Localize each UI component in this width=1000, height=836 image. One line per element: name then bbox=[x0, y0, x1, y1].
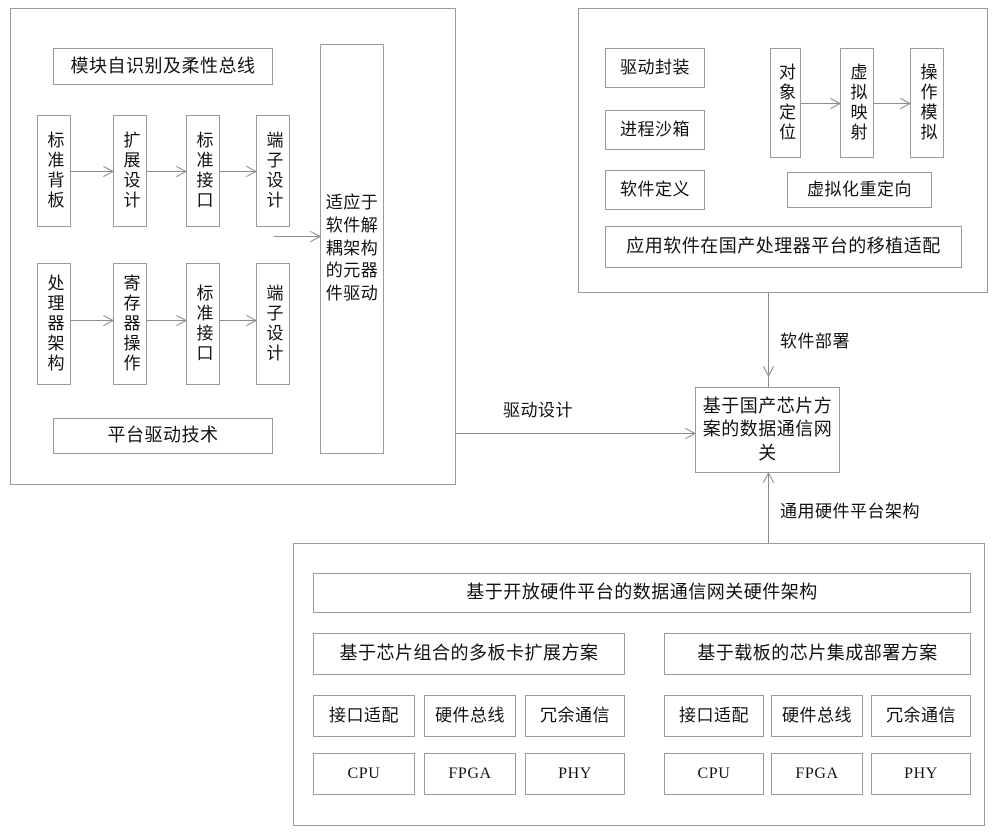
bottom-panel-header-box: 基于开放硬件平台的数据通信网关硬件架构 bbox=[313, 573, 971, 613]
right-left-col-box-0: 驱动封装 bbox=[605, 48, 705, 88]
software-deploy-label: 软件部署 bbox=[780, 332, 850, 351]
right-flow-connector-1 bbox=[874, 103, 910, 104]
bottom-scheme-1-function-0: 接口适配 bbox=[664, 695, 764, 737]
left-row2-connector-1 bbox=[147, 320, 186, 321]
right-panel-footer-box: 应用软件在国产处理器平台的移植适配 bbox=[605, 226, 962, 268]
driver-design-connector bbox=[456, 433, 695, 434]
right-flow-box-1: 虚拟映射 bbox=[840, 48, 874, 158]
right-left-col-box-1: 进程沙箱 bbox=[605, 110, 705, 150]
bottom-scheme-1-chip-1: FPGA bbox=[771, 753, 863, 795]
left-panel-tall-box: 适应于软件解耦架构的元器件驱动 bbox=[320, 44, 384, 454]
tall-box-inbound-connector bbox=[274, 236, 320, 237]
hardware-platform-connector bbox=[768, 473, 769, 543]
bottom-scheme-0-chip-2: PHY bbox=[525, 753, 625, 795]
left-panel-footer-box: 平台驱动技术 bbox=[53, 418, 273, 454]
right-flow-connector-0 bbox=[801, 103, 840, 104]
driver-design-label: 驱动设计 bbox=[503, 401, 573, 420]
bottom-scheme-0-chip-0: CPU bbox=[313, 753, 415, 795]
bottom-scheme-1-chip-0: CPU bbox=[664, 753, 764, 795]
left-row1-box-1: 扩展设计 bbox=[113, 115, 147, 227]
bottom-scheme-0-function-2: 冗余通信 bbox=[525, 695, 625, 737]
left-row1-connector-0 bbox=[71, 171, 113, 172]
left-row1-connector-2 bbox=[220, 171, 256, 172]
right-flow-box-0: 对象定位 bbox=[770, 48, 801, 158]
bottom-scheme-0-function-0: 接口适配 bbox=[313, 695, 415, 737]
bottom-scheme-1-title: 基于载板的芯片集成部署方案 bbox=[664, 633, 971, 675]
right-left-col-box-2: 软件定义 bbox=[605, 170, 705, 210]
left-row1-box-2: 标准接口 bbox=[186, 115, 220, 227]
left-row2-connector-0 bbox=[71, 320, 113, 321]
right-redirect-box: 虚拟化重定向 bbox=[787, 172, 932, 208]
bottom-scheme-1-function-1: 硬件总线 bbox=[771, 695, 863, 737]
left-row1-box-0: 标准背板 bbox=[37, 115, 71, 227]
left-row2-box-0: 处理器架构 bbox=[37, 263, 71, 385]
hardware-platform-label: 通用硬件平台架构 bbox=[780, 502, 920, 521]
bottom-scheme-0-title: 基于芯片组合的多板卡扩展方案 bbox=[313, 633, 625, 675]
bottom-scheme-1-function-2: 冗余通信 bbox=[871, 695, 971, 737]
left-row2-box-1: 寄存器操作 bbox=[113, 263, 147, 385]
bottom-scheme-0-chip-1: FPGA bbox=[424, 753, 516, 795]
left-panel-header-box: 模块自识别及柔性总线 bbox=[53, 48, 273, 85]
bottom-scheme-0-function-1: 硬件总线 bbox=[424, 695, 516, 737]
gateway-box: 基于国产芯片方案的数据通信网关 bbox=[695, 387, 840, 473]
left-row2-connector-2 bbox=[220, 320, 256, 321]
right-flow-box-2: 操作模拟 bbox=[910, 48, 944, 158]
left-row2-box-2: 标准接口 bbox=[186, 263, 220, 385]
left-row1-connector-1 bbox=[147, 171, 186, 172]
left-row2-box-3: 端子设计 bbox=[256, 263, 290, 385]
bottom-scheme-1-chip-2: PHY bbox=[871, 753, 971, 795]
diagram-canvas: 模块自识别及柔性总线 标准背板 扩展设计 标准接口 端子设计 处理器架构 寄存器… bbox=[0, 0, 1000, 836]
left-row1-box-3: 端子设计 bbox=[256, 115, 290, 227]
